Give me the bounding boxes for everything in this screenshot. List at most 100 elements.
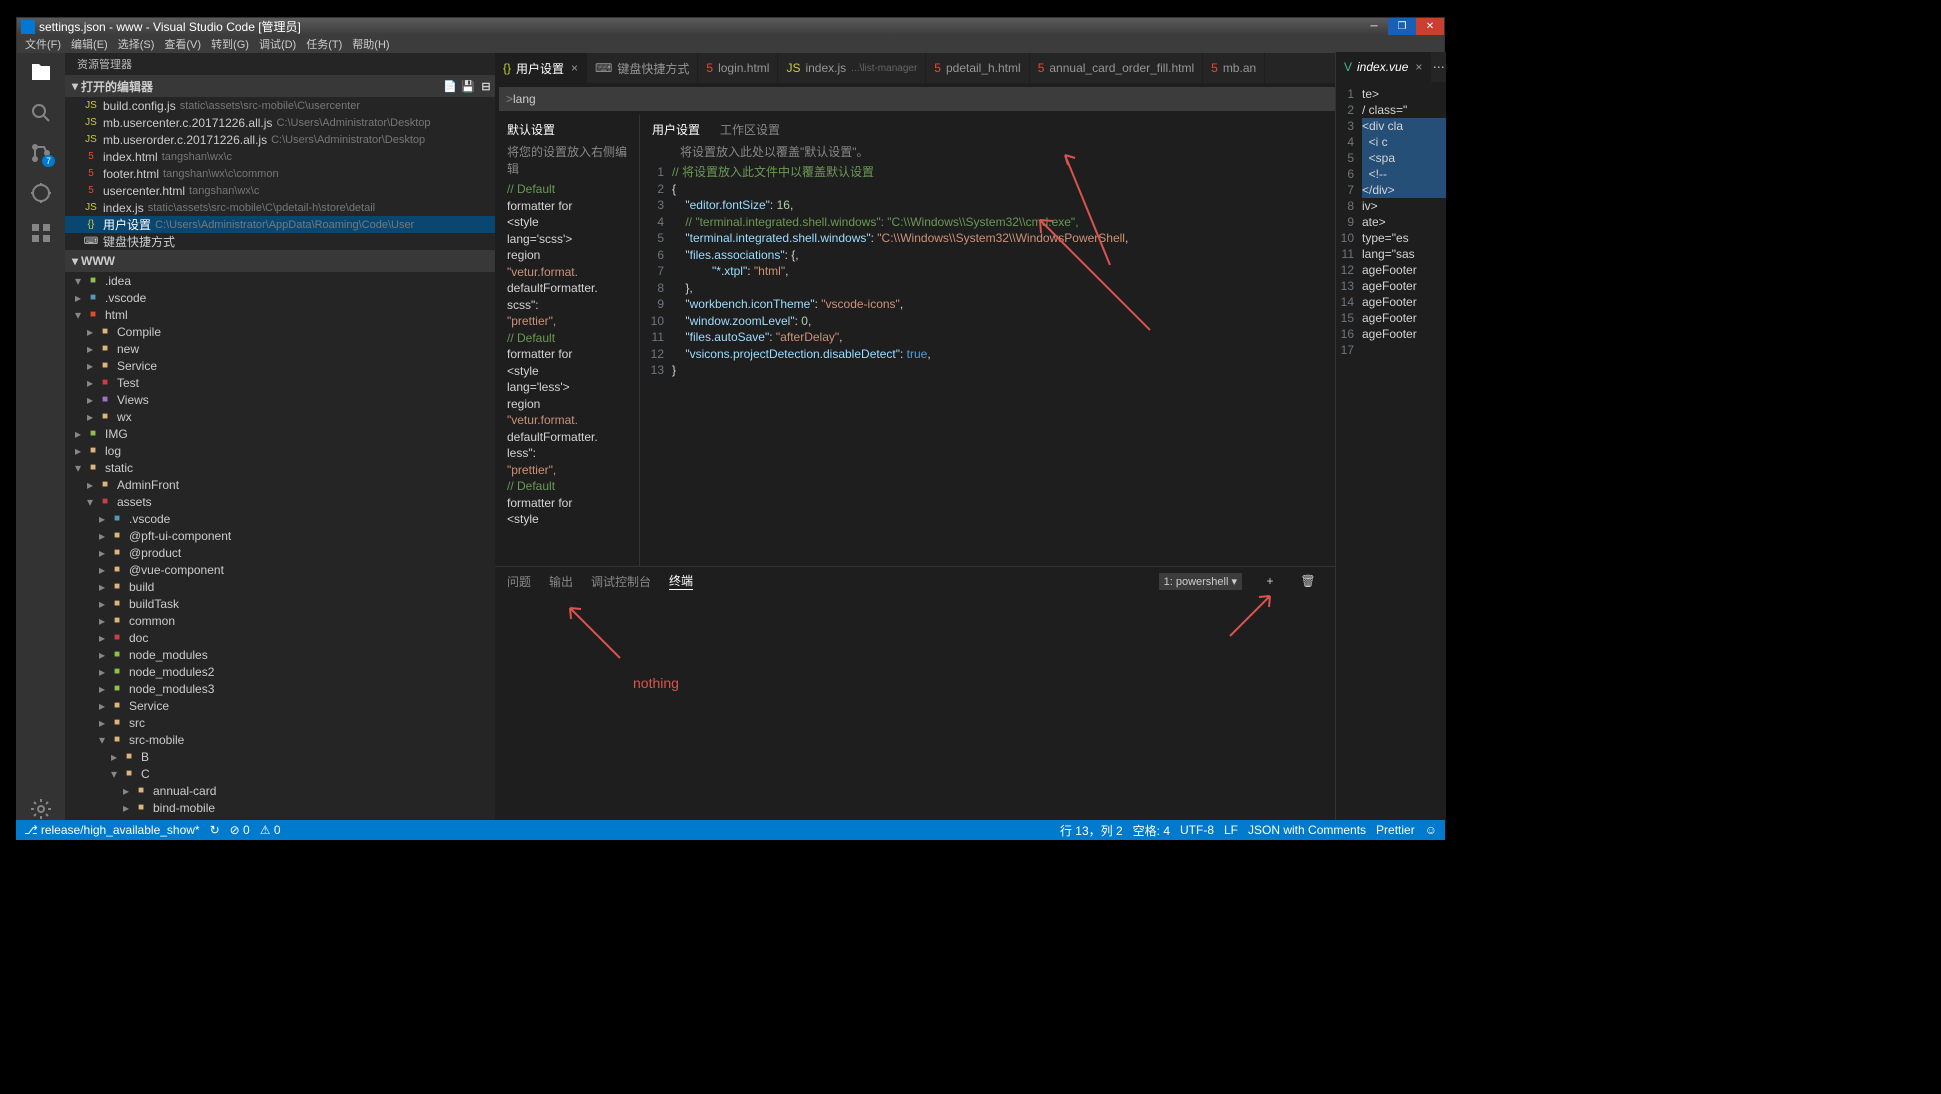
settings-search[interactable]: > 找到 4 个设置: [499, 87, 1440, 111]
tree-item[interactable]: ▸■src: [65, 714, 495, 731]
menu-item[interactable]: 选择(S): [114, 36, 159, 52]
open-editor-item[interactable]: JSmb.userorder.c.20171226.all.jsC:\Users…: [65, 131, 495, 148]
settings-search-input[interactable]: [513, 92, 1354, 106]
settings-gear-icon[interactable]: [29, 797, 53, 821]
editor-tab[interactable]: 5pdetail_h.html: [926, 53, 1029, 83]
open-editor-item[interactable]: JSmb.usercenter.c.20171226.all.jsC:\User…: [65, 114, 495, 131]
tab-index-vue[interactable]: V index.vue ×: [1336, 52, 1431, 82]
tree-item[interactable]: ▸■new: [65, 340, 495, 357]
tree-item[interactable]: ▸■log: [65, 442, 495, 459]
tree-item[interactable]: ▸■@pft-ui-component: [65, 527, 495, 544]
warnings-indicator[interactable]: ⚠ 0: [260, 823, 281, 837]
tree-item[interactable]: ▸■buildTask: [65, 595, 495, 612]
tree-item[interactable]: ▾■static: [65, 459, 495, 476]
tree-item[interactable]: ▸■wx: [65, 408, 495, 425]
panel-tab[interactable]: 输出: [549, 573, 573, 590]
explorer-icon[interactable]: [29, 61, 53, 85]
sync-icon[interactable]: ↻: [210, 823, 220, 837]
cursor-position[interactable]: 行 13，列 2: [1060, 822, 1123, 839]
open-editor-item[interactable]: ⌨键盘快捷方式: [65, 233, 495, 250]
tree-item[interactable]: ▸■Test: [65, 374, 495, 391]
tree-item[interactable]: ▾■assets: [65, 493, 495, 510]
tree-item[interactable]: ▾■.idea: [65, 272, 495, 289]
tree-item[interactable]: ▸■node_modules: [65, 646, 495, 663]
tree-item[interactable]: ▸■Service: [65, 357, 495, 374]
close-icon[interactable]: ×: [571, 61, 578, 75]
editor-tab[interactable]: {}用户设置×: [495, 53, 587, 83]
feedback-icon[interactable]: ☺: [1425, 823, 1437, 837]
tree-item[interactable]: ▸■node_modules2: [65, 663, 495, 680]
tree-item[interactable]: ▸■Views: [65, 391, 495, 408]
tree-item[interactable]: ▸■doc: [65, 629, 495, 646]
tree-item[interactable]: ▸■Compile: [65, 323, 495, 340]
prettier-indicator[interactable]: Prettier: [1376, 823, 1415, 837]
terminal-selector[interactable]: 1: powershell ▾: [1159, 573, 1242, 590]
menu-item[interactable]: 文件(F): [21, 36, 65, 52]
menu-item[interactable]: 查看(V): [160, 36, 205, 52]
panel-tab[interactable]: 问题: [507, 573, 531, 590]
close-button[interactable]: ✕: [1416, 18, 1444, 35]
debug-icon[interactable]: [29, 181, 53, 205]
save-all-icon[interactable]: 💾: [459, 80, 477, 93]
menu-item[interactable]: 转到(G): [207, 36, 253, 52]
tree-item[interactable]: ▸■build: [65, 578, 495, 595]
panel-action-icon[interactable]: +: [1260, 574, 1280, 588]
tree-item[interactable]: ▸■@product: [65, 544, 495, 561]
open-editor-item[interactable]: JSindex.jsstatic\assets\src-mobile\C\pde…: [65, 199, 495, 216]
minimize-button[interactable]: ─: [1360, 18, 1388, 35]
open-editor-item[interactable]: {}用户设置C:\Users\Administrator\AppData\Roa…: [65, 216, 495, 233]
user-settings-tab[interactable]: 用户设置: [652, 121, 700, 138]
eol-indicator[interactable]: LF: [1224, 823, 1238, 837]
extensions-icon[interactable]: [29, 221, 53, 245]
editor-tab[interactable]: ⌨键盘快捷方式: [587, 53, 698, 83]
tree-item[interactable]: ▸■AdminFront: [65, 476, 495, 493]
folder-header[interactable]: ▾WWW: [65, 250, 495, 272]
tree-item[interactable]: ▾■html: [65, 306, 495, 323]
tree-item[interactable]: ▸■@vue-component: [65, 561, 495, 578]
panel-tab[interactable]: 调试控制台: [591, 573, 651, 590]
maximize-button[interactable]: ❐: [1388, 18, 1416, 35]
tree-item[interactable]: ▸■common: [65, 612, 495, 629]
tree-item[interactable]: ▸■.vscode: [65, 510, 495, 527]
new-file-icon[interactable]: 📄: [441, 80, 459, 93]
menu-item[interactable]: 帮助(H): [348, 36, 393, 52]
editor-tab[interactable]: 5login.html: [698, 53, 778, 83]
open-editor-item[interactable]: JSbuild.config.jsstatic\assets\src-mobil…: [65, 97, 495, 114]
menu-item[interactable]: 任务(T): [302, 36, 346, 52]
indent-indicator[interactable]: 空格: 4: [1133, 822, 1170, 839]
tree-item[interactable]: ▸■annual-card: [65, 782, 495, 799]
tree-item[interactable]: ▸■B: [65, 748, 495, 765]
tree-item[interactable]: ▸■node_modules3: [65, 680, 495, 697]
errors-indicator[interactable]: ⊘ 0: [230, 823, 250, 837]
right-editor-code[interactable]: 1te>2/ class="3<div cla4 <i c5 <spa6 <!-…: [1336, 82, 1446, 358]
editor-tab[interactable]: 5mb.an: [1203, 53, 1265, 83]
tree-item[interactable]: ▸■.vscode: [65, 289, 495, 306]
close-all-icon[interactable]: ⊟: [477, 80, 495, 93]
default-settings-head: 默认设置: [507, 121, 555, 138]
menu-item[interactable]: 调试(D): [255, 36, 300, 52]
search-icon[interactable]: [29, 101, 53, 125]
tree-item[interactable]: ▸■IMG: [65, 425, 495, 442]
editor-tab[interactable]: JSindex.js...\list-manager: [778, 53, 926, 83]
tree-item[interactable]: ▸■Service: [65, 697, 495, 714]
open-editor-item[interactable]: 5index.htmltangshan\wx\c: [65, 148, 495, 165]
tree-item[interactable]: ▸■bind-mobile: [65, 799, 495, 816]
close-icon[interactable]: ×: [1415, 60, 1422, 74]
scm-icon[interactable]: [29, 141, 53, 165]
editor-tab[interactable]: 5annual_card_order_fill.html: [1030, 53, 1203, 83]
panel-action-icon[interactable]: 🗑: [1298, 574, 1318, 588]
menu-item[interactable]: 编辑(E): [67, 36, 112, 52]
more-icon[interactable]: ⋯: [1431, 60, 1446, 74]
open-editor-item[interactable]: 5usercenter.htmltangshan\wx\c: [65, 182, 495, 199]
editor-tabs: {}用户设置×⌨键盘快捷方式5login.htmlJSindex.js...\l…: [495, 53, 1444, 83]
open-editors-header[interactable]: ▾打开的编辑器 📄 💾 ⊟: [65, 75, 495, 97]
tree-item[interactable]: ▾■src-mobile: [65, 731, 495, 748]
encoding-indicator[interactable]: UTF-8: [1180, 823, 1214, 837]
open-editor-item[interactable]: 5footer.htmltangshan\wx\c\common: [65, 165, 495, 182]
default-settings-code[interactable]: // Defaultformatter for<stylelang='scss'…: [495, 181, 639, 566]
branch-indicator[interactable]: ⎇ release/high_available_show*: [24, 823, 200, 837]
panel-tab[interactable]: 终端: [669, 572, 693, 590]
workspace-settings-tab[interactable]: 工作区设置: [720, 121, 780, 138]
language-indicator[interactable]: JSON with Comments: [1248, 823, 1366, 837]
tree-item[interactable]: ▾■C: [65, 765, 495, 782]
